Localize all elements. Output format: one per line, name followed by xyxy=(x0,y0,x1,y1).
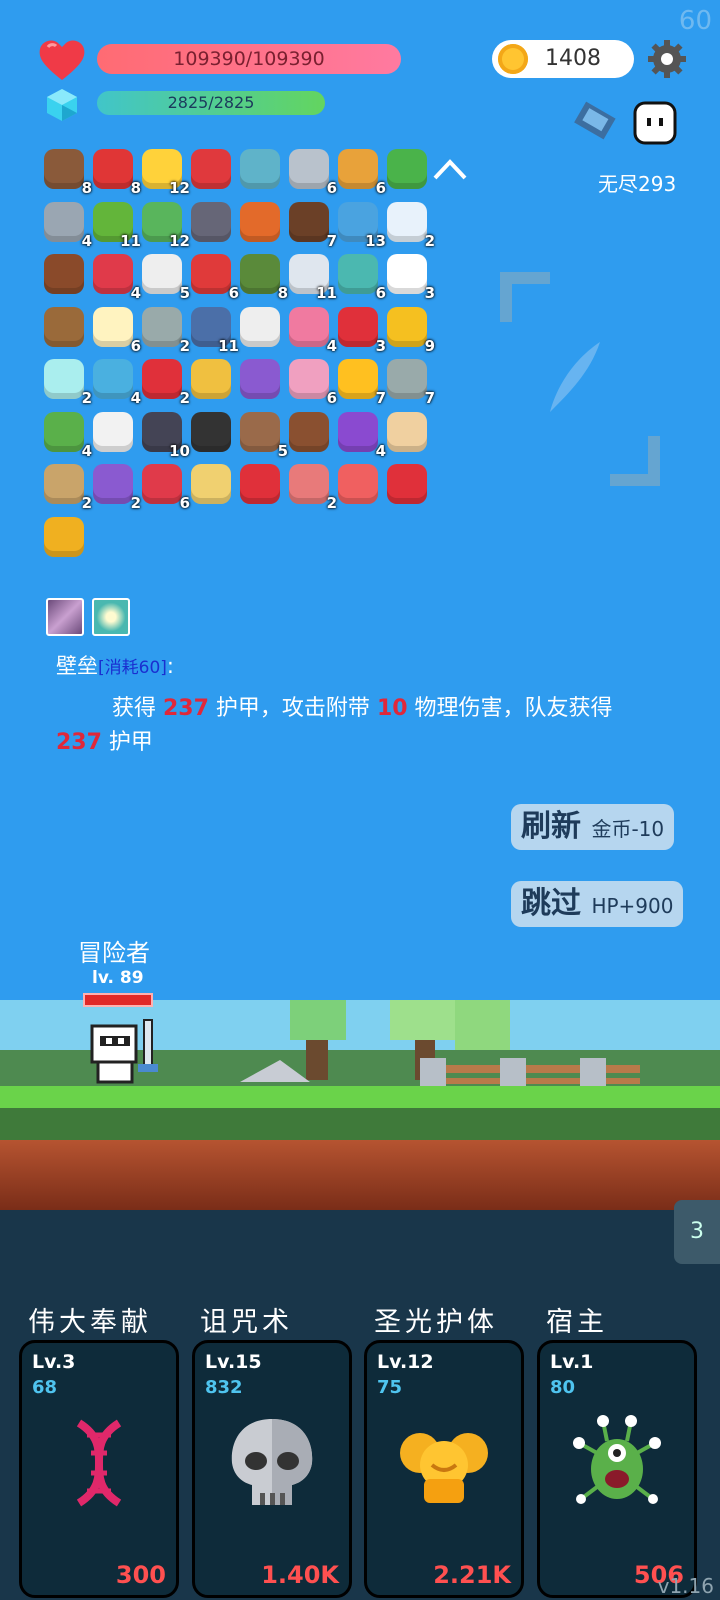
hero-name: 冒险者 xyxy=(78,939,150,967)
heart-icon[interactable]: 3 xyxy=(334,303,386,355)
cloud-pillow-icon[interactable]: 2 xyxy=(383,198,435,250)
bookmark-icon[interactable] xyxy=(236,460,284,508)
skip-button[interactable]: 跳过 HP+900 xyxy=(511,881,684,927)
skill-description-line1: 获得 237 护甲，攻击附带 10 物理伤害，队友获得 xyxy=(112,696,613,721)
refresh-button[interactable]: 刷新 金币-10 xyxy=(511,804,675,850)
noose-icon[interactable]: 2 xyxy=(40,460,92,512)
magnifier-icon[interactable] xyxy=(236,145,284,193)
fried-egg-icon[interactable]: 6 xyxy=(89,303,141,355)
green-monster-icon xyxy=(573,1415,661,1504)
slime-monster-icon[interactable]: 4 xyxy=(40,408,92,460)
ice-cream-icon[interactable]: 6 xyxy=(285,355,337,407)
skill-slot-wall-icon[interactable] xyxy=(46,598,84,636)
cash-heart-icon[interactable]: 12 xyxy=(138,198,190,250)
playing-card-icon[interactable]: 5 xyxy=(138,250,190,302)
heart-icon xyxy=(39,40,85,80)
skill-card-curse[interactable]: Lv.15 832 1.40K xyxy=(192,1340,352,1598)
golden-angel-icon xyxy=(400,1433,488,1503)
crystal-ball-icon[interactable]: 4 xyxy=(334,408,386,460)
chevron-up-icon[interactable] xyxy=(432,156,468,182)
arched-door-icon[interactable]: 5 xyxy=(236,408,288,460)
knight-hero-sprite[interactable] xyxy=(84,1018,164,1090)
card-name-2: 诅咒术 xyxy=(200,1307,293,1338)
lime-icon[interactable]: 11 xyxy=(89,198,141,250)
steak-icon[interactable]: 2 xyxy=(285,460,337,512)
card-name-4: 宿主 xyxy=(546,1307,608,1338)
sun-icon[interactable]: 7 xyxy=(334,355,386,407)
ghost-icon[interactable] xyxy=(632,100,678,146)
battle-axe-icon[interactable]: 4 xyxy=(40,198,92,250)
target-disc-icon[interactable]: 6 xyxy=(334,250,386,302)
gear-icon[interactable] xyxy=(646,38,688,80)
hp-bar: 109390/109390 xyxy=(97,44,401,74)
hero-level: lv. 89 xyxy=(92,968,144,988)
mana-bar: 2825/2825 xyxy=(97,91,325,115)
item-count: 3 xyxy=(424,284,435,302)
fps-counter: 60 xyxy=(678,6,712,36)
jam-jar-icon[interactable]: 4 xyxy=(89,250,141,302)
item-count: 2 xyxy=(424,231,435,250)
skill-card-host[interactable]: Lv.1 80 506 xyxy=(537,1340,697,1598)
star-card-icon[interactable]: 13 xyxy=(334,198,386,250)
envelope-icon[interactable] xyxy=(89,408,137,456)
skull-icon xyxy=(231,1419,313,1505)
book-icon[interactable]: 6 xyxy=(334,145,386,197)
watermelon-icon[interactable]: 6 xyxy=(138,460,190,512)
skill-card-holy-light[interactable]: Lv.12 75 2.21K xyxy=(364,1340,524,1598)
crown-icon[interactable]: 12 xyxy=(138,145,190,197)
side-tab[interactable]: 3 xyxy=(674,1200,720,1264)
grenade-icon[interactable]: 8 xyxy=(236,250,288,302)
discount-tag-icon[interactable] xyxy=(187,145,235,193)
perfume-bottle-icon[interactable]: 4 xyxy=(285,303,337,355)
mushroom-icon[interactable]: 6 xyxy=(187,250,239,302)
knight-shield-icon[interactable]: 11 xyxy=(187,303,239,355)
ground-dirt xyxy=(0,1140,720,1210)
skill-title: 壁垒[消耗60]: xyxy=(56,654,174,678)
pill-icon[interactable] xyxy=(334,460,382,508)
endless-stage-label: 无尽293 xyxy=(598,172,677,196)
sword-icon[interactable]: 6 xyxy=(285,145,337,197)
sunflower-icon[interactable]: 9 xyxy=(383,303,435,355)
skill-description-line2: 237 护甲 xyxy=(56,730,153,755)
fish-flag-icon[interactable] xyxy=(574,98,626,144)
red-apple-icon[interactable]: 2 xyxy=(138,355,190,407)
ring-icon[interactable] xyxy=(187,355,235,403)
green-card-icon[interactable] xyxy=(383,145,431,193)
star-shield-icon[interactable] xyxy=(236,355,284,403)
item-count: 7 xyxy=(424,389,435,407)
treasure-chest-icon[interactable] xyxy=(40,250,88,298)
clipboard-icon[interactable]: 11 xyxy=(285,250,337,302)
meteor-icon[interactable] xyxy=(236,198,284,246)
mana-crystal-icon xyxy=(47,89,77,121)
white-flower-icon[interactable]: 3 xyxy=(383,250,435,302)
sock-icon[interactable]: 8 xyxy=(89,145,141,197)
cauldron-icon[interactable] xyxy=(187,408,235,456)
selection-frame-icon xyxy=(500,272,660,486)
card-name-1: 伟大奉献 xyxy=(28,1307,152,1338)
crossbow-icon[interactable] xyxy=(40,303,88,351)
dna-icon xyxy=(76,1419,122,1507)
mortar-icon[interactable] xyxy=(187,198,235,246)
spiked-mace-icon[interactable]: 2 xyxy=(138,303,190,355)
purple-gift-icon[interactable]: 2 xyxy=(89,460,141,512)
potion-flask-icon[interactable]: 4 xyxy=(89,355,141,407)
map-icon[interactable] xyxy=(187,460,235,508)
skill-slot-light-icon[interactable] xyxy=(92,598,130,636)
capsule-icon[interactable]: 2 xyxy=(40,355,92,407)
card-name-3: 圣光护体 xyxy=(374,1307,498,1338)
version-label: v1.16 xyxy=(657,1574,714,1598)
bat-icon[interactable]: 10 xyxy=(138,408,190,460)
dice-icon[interactable] xyxy=(236,303,284,351)
shield-round-icon[interactable]: 8 xyxy=(40,145,92,197)
coin-counter: 1408 xyxy=(492,40,634,78)
coconut-icon[interactable]: 7 xyxy=(285,198,337,250)
hero-hp-bar xyxy=(83,993,153,1007)
skill-card-great-devotion[interactable]: Lv.3 68 300 xyxy=(19,1340,179,1598)
item-count: 9 xyxy=(424,336,435,355)
compass-icon[interactable]: 7 xyxy=(383,355,435,407)
pointing-hand-icon[interactable] xyxy=(383,408,431,456)
cake-flag-icon[interactable] xyxy=(285,408,333,456)
strawberry-icon[interactable] xyxy=(383,460,431,508)
coin-stack-icon[interactable] xyxy=(40,513,88,561)
